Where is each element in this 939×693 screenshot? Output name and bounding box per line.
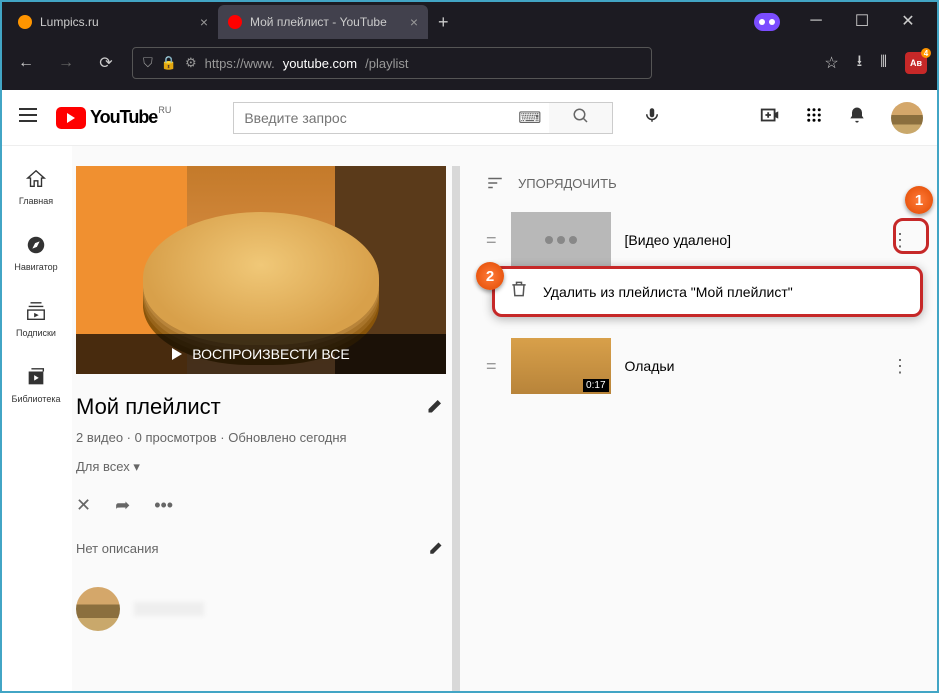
search-form: ⌨ — [233, 102, 613, 134]
back-button[interactable]: ← — [12, 54, 40, 72]
menu-remove-item[interactable]: Удалить из плейлиста "Мой плейлист" — [543, 284, 793, 300]
youtube-app: YouTube RU ⌨ Главная — [0, 90, 939, 693]
youtube-header: YouTube RU ⌨ — [0, 90, 939, 146]
callout-badge-2: 2 — [476, 262, 504, 290]
edit-desc-icon[interactable] — [428, 538, 446, 559]
sort-button[interactable]: УПОРЯДОЧИТЬ — [462, 166, 939, 208]
trash-icon — [509, 279, 529, 304]
video-title: [Видео удалено] — [625, 232, 871, 248]
description-text: Нет описания — [76, 541, 159, 556]
tab-youtube[interactable]: Мой плейлист - YouTube × — [218, 5, 428, 39]
drag-handle-icon[interactable]: = — [486, 230, 497, 251]
more-icon[interactable]: ••• — [154, 495, 173, 516]
video-thumbnail: 0:17 — [511, 338, 611, 394]
extension-badge[interactable]: Ав — [905, 52, 927, 74]
url-prefix: https://www. — [205, 56, 275, 71]
tab-lumpics[interactable]: Lumpics.ru × — [8, 5, 218, 39]
logo-text: YouTube — [90, 107, 157, 128]
shuffle-icon[interactable]: ✕ — [76, 495, 91, 516]
url-path: /playlist — [365, 56, 408, 71]
youtube-logo[interactable]: YouTube RU — [56, 107, 157, 129]
playlist-info: ВОСПРОИЗВЕСТИ ВСЕ Мой плейлист 2 видео ·… — [76, 166, 446, 693]
url-domain: youtube.com — [283, 56, 357, 71]
sidebar-item-subscriptions[interactable]: Подписки — [0, 286, 72, 352]
close-icon[interactable]: × — [410, 14, 418, 30]
playlist-item[interactable]: = 0:17 Оладьи ⋮ — [462, 334, 939, 398]
playlist-item[interactable]: = [Видео удалено] ⋮ — [462, 208, 939, 272]
url-input[interactable]: ⛉ 🔒 ⚙ https://www. youtube.com/playlist — [132, 47, 652, 79]
search-icon — [572, 107, 590, 125]
context-menu: Удалить из плейлиста "Мой плейлист" — [492, 266, 923, 317]
sidebar: Главная Навигатор Подписки Библиотека — [0, 146, 72, 693]
sidebar-item-label: Навигатор — [14, 262, 57, 272]
create-icon[interactable] — [759, 104, 781, 131]
video-thumbnail — [511, 212, 611, 268]
download-icon[interactable]: ⭳ — [857, 50, 863, 77]
menu-icon[interactable] — [16, 103, 40, 132]
playlist-title: Мой плейлист — [76, 394, 221, 420]
library-icon[interactable]: ⫴ — [880, 54, 887, 72]
apps-icon[interactable] — [805, 106, 823, 129]
playlist-cover[interactable]: ВОСПРОИЗВЕСТИ ВСЕ — [76, 166, 446, 374]
sidebar-item-label: Библиотека — [12, 394, 61, 404]
play-all-label: ВОСПРОИЗВЕСТИ ВСЕ — [192, 346, 350, 362]
keyboard-icon[interactable]: ⌨ — [518, 108, 541, 128]
vpn-icon[interactable] — [749, 4, 785, 40]
drag-handle-icon[interactable]: = — [486, 356, 497, 377]
bookmark-icon[interactable]: ☆ — [824, 53, 838, 73]
voice-search-icon[interactable] — [643, 106, 661, 129]
content: ВОСПРОИЗВЕСТИ ВСЕ Мой плейлист 2 видео ·… — [72, 146, 939, 693]
avatar[interactable] — [891, 102, 923, 134]
playlist-items: УПОРЯДОЧИТЬ = [Видео удалено] ⋮ = 0:17 О… — [462, 166, 939, 693]
sidebar-item-explore[interactable]: Навигатор — [0, 220, 72, 286]
browser-chrome: Lumpics.ru × Мой плейлист - YouTube × + … — [0, 0, 939, 90]
sidebar-item-label: Подписки — [16, 328, 56, 338]
play-all-button[interactable]: ВОСПРОИЗВЕСТИ ВСЕ — [76, 334, 446, 374]
minimize-button[interactable]: ─ — [793, 4, 839, 38]
favicon-icon — [228, 15, 242, 29]
tab-title: Lumpics.ru — [40, 15, 99, 29]
favicon-icon — [18, 15, 32, 29]
divider — [452, 166, 460, 693]
reload-button[interactable]: ⟳ — [92, 53, 120, 73]
shield-icon: ⛉ — [143, 55, 153, 71]
edit-title-icon[interactable] — [426, 395, 446, 420]
owner-avatar — [76, 587, 120, 631]
logo-country: RU — [158, 105, 171, 115]
play-icon — [56, 107, 86, 129]
search-input[interactable] — [233, 102, 552, 134]
sidebar-item-library[interactable]: Библиотека — [0, 352, 72, 418]
playlist-owner[interactable] — [76, 587, 446, 631]
share-icon[interactable]: ➦ — [115, 495, 130, 516]
forward-button[interactable]: → — [52, 54, 80, 72]
sidebar-item-home[interactable]: Главная — [0, 154, 72, 220]
video-title: Оладьи — [625, 358, 871, 374]
search-button[interactable] — [549, 102, 613, 134]
new-tab-button[interactable]: + — [438, 12, 449, 33]
video-duration: 0:17 — [583, 379, 608, 392]
close-icon[interactable]: × — [200, 14, 208, 30]
playlist-meta: 2 видео · 0 просмотров · Обновлено сегод… — [76, 430, 446, 445]
tab-title: Мой плейлист - YouTube — [250, 15, 387, 29]
item-menu-button[interactable]: ⋮ — [885, 350, 915, 383]
maximize-button[interactable]: ☐ — [839, 4, 885, 38]
tab-bar: Lumpics.ru × Мой плейлист - YouTube × + … — [0, 0, 939, 40]
sort-label: УПОРЯДОЧИТЬ — [518, 176, 617, 191]
sort-icon — [486, 174, 504, 192]
notifications-icon[interactable] — [847, 105, 867, 130]
close-window-button[interactable]: ✕ — [885, 4, 931, 38]
sidebar-item-label: Главная — [19, 196, 53, 206]
callout-ring — [893, 218, 929, 254]
owner-name — [134, 602, 204, 616]
visibility-dropdown[interactable]: Для всех ▾ — [76, 459, 446, 475]
settings-icon: ⚙ — [185, 55, 197, 71]
callout-badge-1: 1 — [905, 186, 933, 214]
address-bar: ← → ⟳ ⛉ 🔒 ⚙ https://www. youtube.com/play… — [0, 40, 939, 86]
lock-icon: 🔒 — [161, 55, 177, 71]
